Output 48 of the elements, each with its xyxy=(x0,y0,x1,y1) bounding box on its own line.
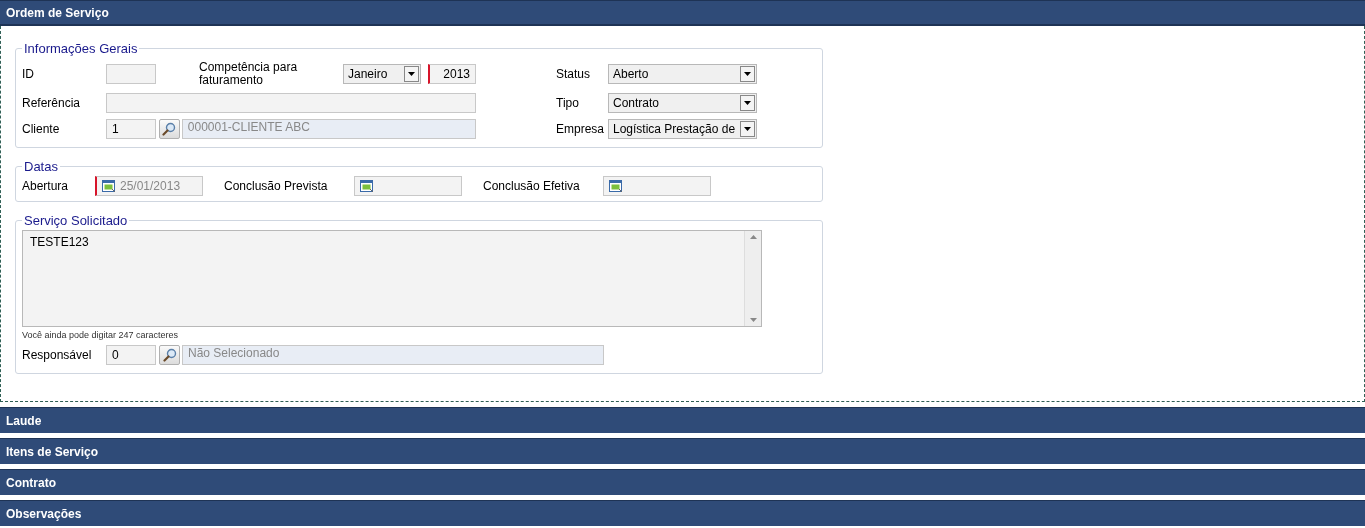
field-label: Referência xyxy=(22,96,82,110)
year-field[interactable]: 2013 xyxy=(428,64,476,84)
reference-field[interactable] xyxy=(106,93,476,113)
name-field: Não Selecionado xyxy=(182,345,604,365)
dropdown[interactable]: Logística Prestação de xyxy=(608,119,757,139)
group-legend: Serviço Solicitado xyxy=(22,213,130,228)
date-field[interactable] xyxy=(603,176,711,196)
character-counter: Você ainda pode digitar 247 caracteres xyxy=(22,330,180,340)
field-label: Cliente xyxy=(22,122,61,136)
dropdown[interactable]: Aberto xyxy=(608,64,757,84)
calendar-icon xyxy=(609,179,623,193)
caret-icon xyxy=(408,72,415,76)
section-header[interactable]: Laude xyxy=(0,407,1365,433)
search-icon xyxy=(162,122,177,136)
date-field[interactable] xyxy=(354,176,462,196)
name-field: 000001-CLIENTE ABC xyxy=(181,119,476,139)
group-legend: Informações Gerais xyxy=(22,41,140,56)
id-field[interactable] xyxy=(106,64,156,84)
caret-icon xyxy=(744,101,751,105)
search-icon xyxy=(162,348,177,362)
field-label: Responsável xyxy=(22,348,93,362)
scroll-down-icon[interactable] xyxy=(749,318,757,322)
field-label: Conclusão Prevista xyxy=(224,179,329,193)
caret-icon xyxy=(744,127,751,131)
caret-icon xyxy=(744,72,751,76)
dropdown[interactable]: Contrato xyxy=(608,93,757,113)
code-field[interactable]: 0 xyxy=(106,345,156,365)
field-label: Conclusão Efetiva xyxy=(483,179,581,193)
field-label: Status xyxy=(556,67,592,81)
section-header[interactable]: Itens de Serviço xyxy=(0,438,1365,464)
lookup-button[interactable] xyxy=(158,119,180,139)
field-label: ID xyxy=(22,67,35,81)
lookup-button[interactable] xyxy=(159,345,180,365)
section-header[interactable]: Ordem de Serviço xyxy=(0,0,1365,26)
text-area[interactable]: TESTE123 xyxy=(22,230,762,327)
section-header[interactable]: Contrato xyxy=(0,469,1365,495)
group-legend: Datas xyxy=(22,159,60,174)
field-label: Empresa xyxy=(556,122,606,136)
section-header[interactable]: Observações xyxy=(0,500,1365,526)
dropdown[interactable]: Janeiro xyxy=(343,64,421,84)
calendar-icon xyxy=(360,179,374,193)
code-field[interactable]: 1 xyxy=(106,119,156,139)
scrollbar[interactable] xyxy=(744,231,761,326)
field-label: Competência para faturamento xyxy=(199,61,299,87)
field-label: Abertura xyxy=(22,179,70,193)
calendar-icon xyxy=(102,179,116,193)
field-label: Tipo xyxy=(556,96,580,110)
scroll-up-icon[interactable] xyxy=(749,235,757,239)
